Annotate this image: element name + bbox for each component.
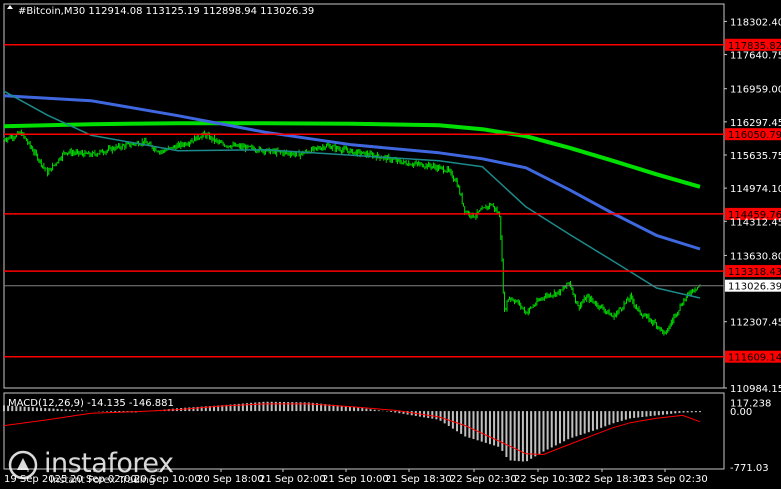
time-tick-label: 22 Sep 18:30 bbox=[578, 474, 645, 485]
time-tick-label: 21 Sep 18:30 bbox=[385, 474, 452, 485]
price-tick-label: 115635.75 bbox=[730, 151, 781, 162]
macd-axis: 117.2380.00-771.03 bbox=[730, 399, 771, 474]
price-tick-label: 112307.45 bbox=[730, 318, 781, 329]
time-tick-label: 21 Sep 10:00 bbox=[322, 474, 389, 485]
macd-tick-label: -771.03 bbox=[730, 463, 769, 474]
panel-headers: #Bitcoin,M30 112914.08 113125.19 112898.… bbox=[7, 5, 314, 409]
macd-tick-label: 0.00 bbox=[730, 407, 752, 418]
time-tick-label: 22 Sep 02:30 bbox=[450, 474, 517, 485]
price-tick-label: 116959.00 bbox=[730, 85, 781, 96]
candlestick-series bbox=[3, 129, 701, 336]
collapse-arrow-icon bbox=[7, 5, 13, 9]
level-label: 116050.79 bbox=[728, 130, 781, 141]
level-label: 111609.14 bbox=[728, 353, 781, 364]
macd-signal-line bbox=[3, 403, 701, 456]
price-tick-label: 117640.75 bbox=[730, 51, 781, 62]
instaforex-logo-icon bbox=[8, 450, 38, 480]
instaforex-watermark: instaforex Instant Forex Trading bbox=[8, 448, 198, 486]
time-tick-label: 23 Sep 02:30 bbox=[641, 474, 708, 485]
price-tick-label: 114974.10 bbox=[730, 184, 781, 195]
price-tick-label: 116297.45 bbox=[730, 118, 781, 129]
price-chart: 117835.82116050.79114459.76113318.431116… bbox=[3, 3, 781, 485]
price-tick-label: 110984.15 bbox=[730, 384, 781, 395]
current-price-label: 113026.39 bbox=[728, 282, 781, 293]
main-panel-frame bbox=[3, 3, 725, 389]
price-tick-label: 114312.45 bbox=[730, 217, 781, 228]
time-tick-label: 22 Sep 10:30 bbox=[514, 474, 581, 485]
macd-signal-path bbox=[3, 403, 701, 456]
moving-average-lines bbox=[3, 90, 701, 299]
main-panel-grid bbox=[3, 3, 725, 389]
price-tick-label: 118302.40 bbox=[730, 17, 781, 28]
moving-average-line bbox=[3, 94, 701, 251]
macd-header: MACD(12,26,9) -14.135 -146.881 bbox=[8, 398, 174, 409]
time-tick-label: 21 Sep 02:00 bbox=[259, 474, 326, 485]
price-axis: 118302.40 117640.75 116959.00 116297.45 1156… bbox=[724, 17, 781, 395]
level-label: 113318.43 bbox=[728, 267, 781, 278]
brand-tagline: Instant Forex Trading bbox=[50, 475, 156, 486]
symbol-header: #Bitcoin,M30 112914.08 113125.19 112898.… bbox=[18, 6, 314, 17]
price-tick-label: 113630.80 bbox=[730, 251, 781, 262]
horizontal-levels: 117835.82116050.79114459.76113318.431116… bbox=[4, 38, 781, 364]
time-tick-label: 20 Sep 18:00 bbox=[197, 474, 264, 485]
